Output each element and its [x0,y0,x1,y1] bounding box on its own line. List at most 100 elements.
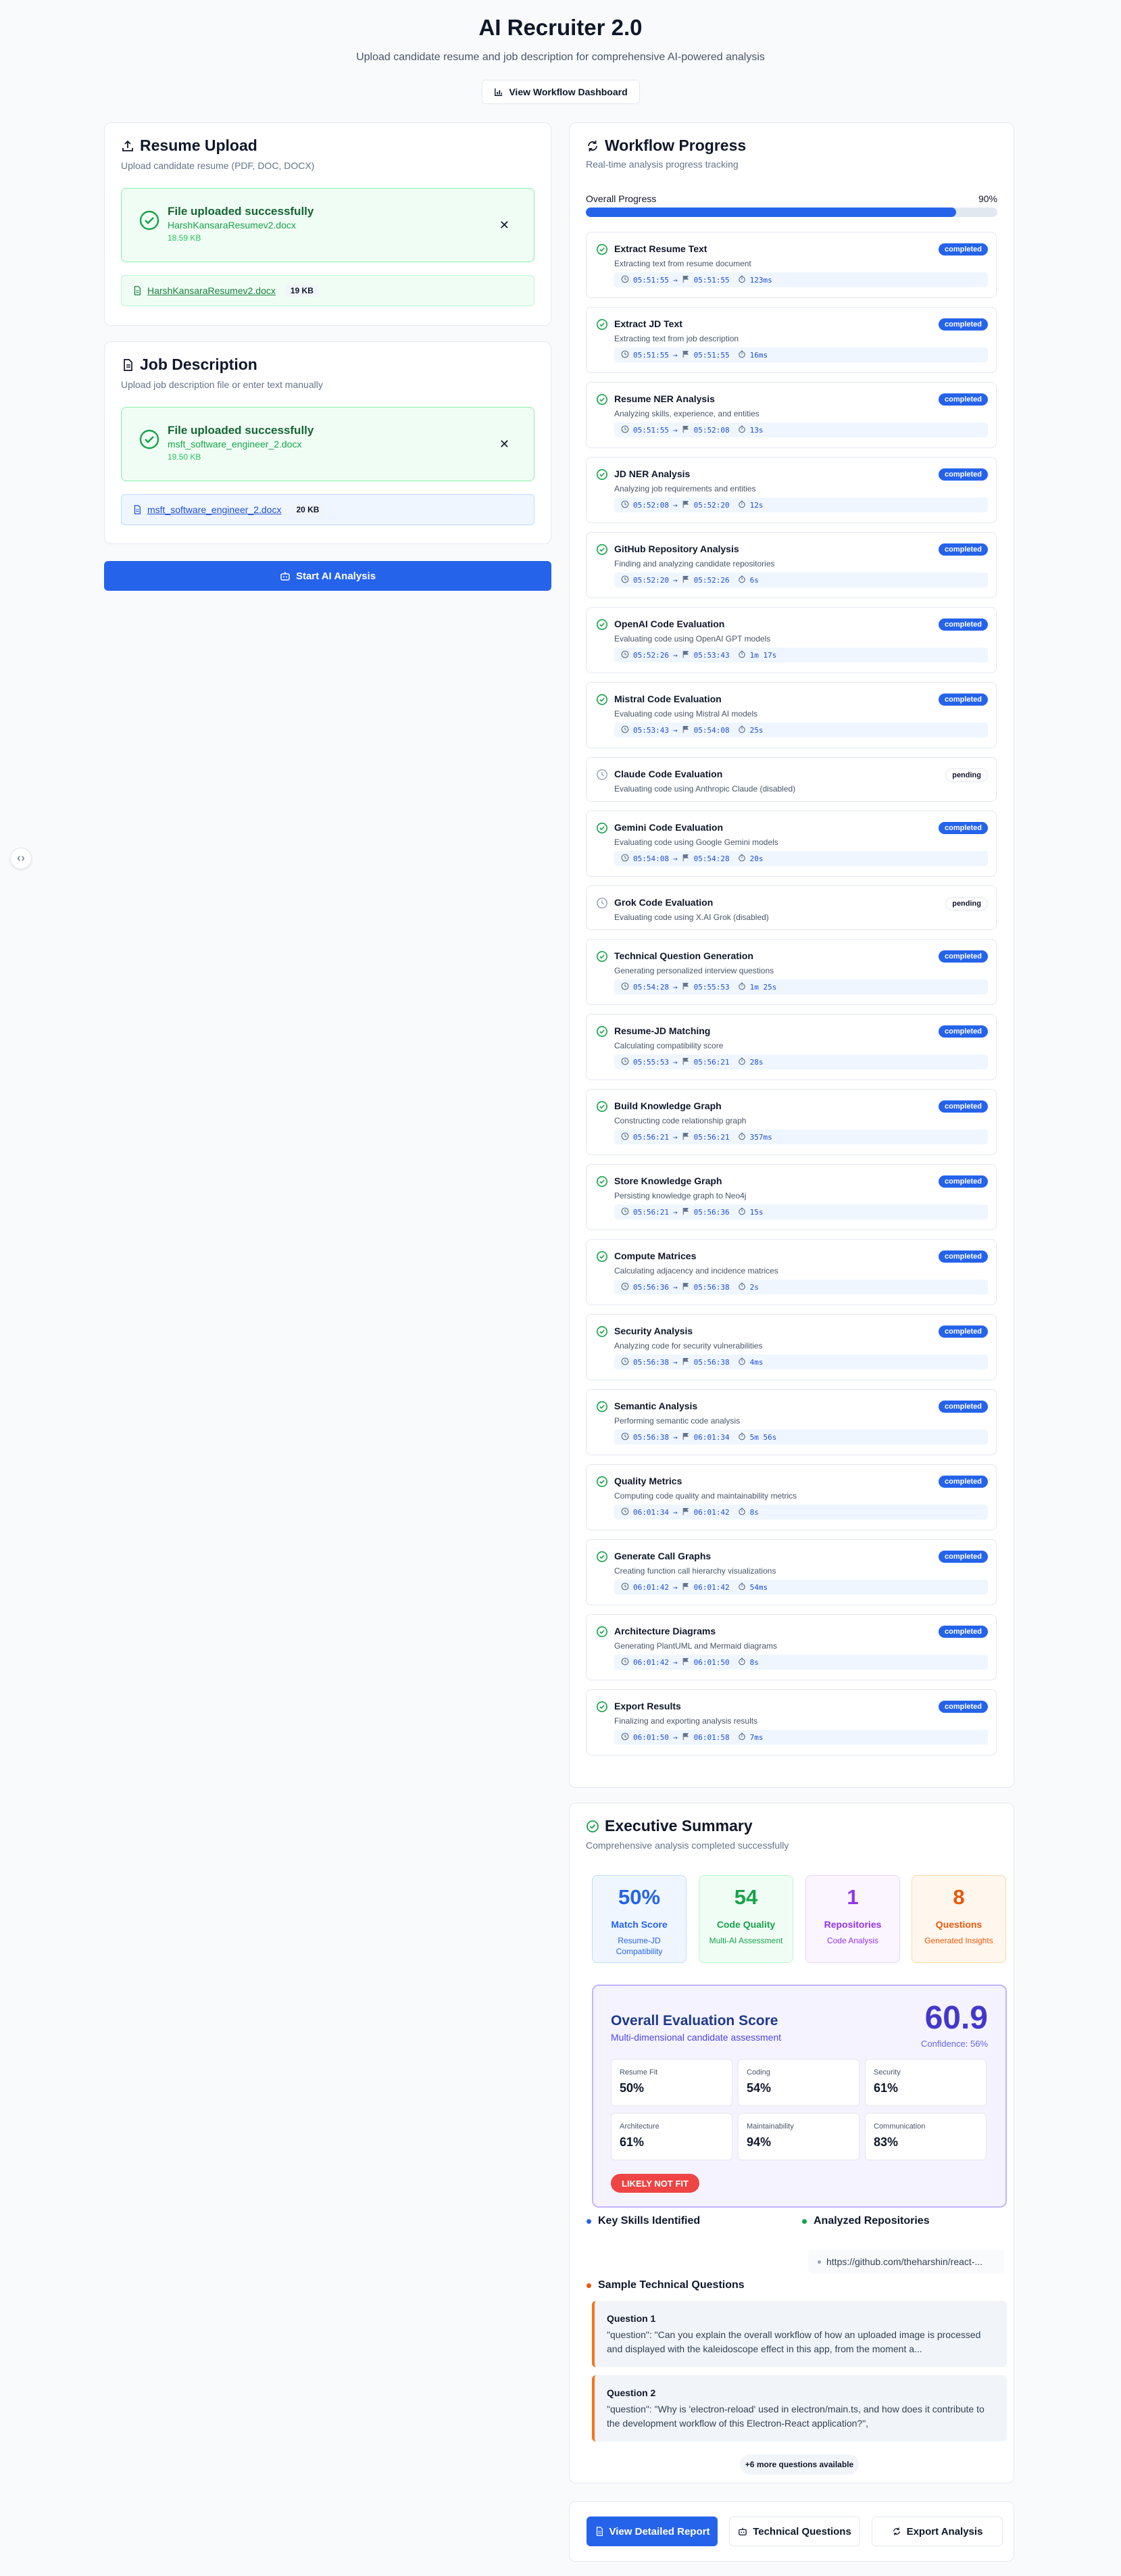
clock-icon [621,854,629,864]
workflow-step: Architecture Diagrams Generating PlantUML… [586,1614,997,1680]
step-name: Grok Code Evaluation [614,897,714,908]
step-name: GitHub Repository Analysis [614,543,739,554]
step-timing: 05:52:26 → 05:53:43 1m 17s [614,648,988,662]
flag-icon [682,982,690,992]
timer-icon [738,1432,746,1442]
step-timing: 05:54:28 → 05:55:53 1m 25s [614,979,988,994]
view-detailed-report-button[interactable]: View Detailed Report [587,2517,718,2546]
resume-file-link[interactable]: HarshKansaraResumev2.docx [147,285,276,296]
step-end-time: 06:01:58 [693,1732,730,1742]
jd-file-size-badge: 20 KB [291,504,325,516]
step-description: Computing code quality and maintainabili… [614,1491,797,1501]
overall-progress-fill [586,208,957,217]
resume-upload-title-text: Resume Upload [140,137,257,154]
check-circle-icon [596,1551,608,1566]
step-name: Semantic Analysis [614,1401,698,1411]
check-circle-icon [596,543,608,559]
remove-jd-button[interactable]: ✕ [499,437,509,452]
step-timing: 05:52:08 → 05:52:20 12s [614,497,988,512]
clock-icon [621,575,629,585]
step-name: Resume NER Analysis [614,393,715,404]
subscore-label: Resume Fit [620,2068,658,2076]
workflow-step: Gemini Code Evaluation Evaluating code us… [586,810,997,877]
step-description: Generating personalized interview questi… [614,966,774,975]
step-start-time: 05:55:53 [633,1057,669,1067]
flag-icon [682,650,690,660]
step-timing: 05:56:21 → 05:56:36 15s [614,1205,988,1219]
step-timing: 06:01:50 → 06:01:58 7ms [614,1730,988,1745]
subscore-card: Communication 83% [865,2113,987,2160]
step-description: Finding and analyzing candidate reposito… [614,559,775,568]
subscore-label: Coding [747,2068,770,2076]
remove-resume-button[interactable]: ✕ [499,218,509,233]
workflow-step: Extract Resume Text Extracting text from … [586,232,997,298]
flag-icon [682,1132,690,1142]
repository-url[interactable]: https://github.com/theharshin/react-... [826,2256,982,2267]
step-name: Technical Question Generation [614,950,753,961]
refresh-icon [893,2527,900,2535]
sidebar-toggle-button[interactable] [10,848,32,869]
clock-icon [621,1732,629,1743]
arrow: → [672,425,678,435]
arrow: → [672,575,678,585]
step-start-time: 05:52:26 [633,650,669,660]
metric-sublabel: Code Analysis [826,1936,879,1945]
subscore-label: Security [874,2068,901,2076]
timer-icon [738,1357,746,1367]
upload-icon [122,140,133,151]
questions-button-label: Technical Questions [753,2525,851,2537]
workflow-progress-card: Workflow Progress Real-time analysis pro… [569,122,1014,1788]
uploaded-file-name: HarshKansaraResumev2.docx [168,220,296,230]
job-description-title-text: Job Description [140,356,257,373]
step-description: Evaluating code using X.AI Grok (disable… [614,913,769,922]
subscore-card: Resume Fit 50% [611,2059,732,2106]
step-name: Mistral Code Evaluation [614,694,722,704]
flag-icon [682,1582,690,1593]
status-badge: completed [938,318,988,331]
resume-upload-subtitle: Upload candidate resume (PDF, DOC, DOCX) [121,160,315,171]
repository-link[interactable]: https://github.com/theharshin/react-... [808,2250,1004,2274]
step-name: Gemini Code Evaluation [614,822,724,833]
timer-icon [738,725,746,735]
step-start-time: 05:56:38 [633,1357,669,1367]
timer-icon [738,1657,746,1668]
step-start-time: 05:52:08 [633,500,669,510]
document-icon [124,358,132,371]
arrow: → [672,854,678,863]
step-timing: 05:52:20 → 05:52:26 6s [614,573,988,587]
resume-file-row[interactable]: HarshKansaraResumev2.docx 19 KB [121,275,534,306]
more-questions-button[interactable]: +6 more questions available [740,2454,859,2475]
workflow-title-text: Workflow Progress [605,137,747,154]
arrow: → [672,1357,678,1367]
start-ai-analysis-button[interactable]: Start AI Analysis [104,561,551,591]
jd-file-row[interactable]: msft_software_engineer_2.docx 20 KB [121,494,534,525]
view-workflow-dashboard-button[interactable]: View Workflow Dashboard [482,80,640,104]
check-circle-icon [596,618,608,634]
step-end-time: 05:56:21 [693,1057,730,1067]
step-timing: 06:01:34 → 06:01:42 8s [614,1505,988,1520]
clock-icon [621,650,629,660]
step-name: Export Results [614,1701,681,1711]
check-circle-icon [596,1326,608,1341]
step-end-time: 06:01:50 [693,1657,730,1667]
metric-card: 54 Code Quality Multi-AI Assessment [699,1875,793,1963]
resume-upload-card: Resume Upload Upload candidate resume (P… [104,122,551,326]
analyzed-repos-title: Analyzed Repositories [814,2215,930,2227]
clock-icon [621,1057,629,1067]
arrow: → [672,1732,678,1742]
clock-icon [621,1282,629,1292]
jd-file-link[interactable]: msft_software_engineer_2.docx [147,504,281,515]
start-button-label: Start AI Analysis [295,570,376,582]
export-analysis-button[interactable]: Export Analysis [872,2517,1003,2546]
question-title: Question 2 [607,2387,656,2398]
step-timing: 05:51:55 → 05:52:08 13s [614,422,988,437]
step-duration: 1m 17s [749,650,777,660]
workflow-step: Store Knowledge Graph Persisting knowledg… [586,1164,997,1230]
step-timing: 05:56:38 → 06:01:34 5m 56s [614,1430,988,1444]
step-timing: 05:56:38 → 05:56:38 4ms [614,1355,988,1369]
metric-sublabel: Generated Insights [924,1936,993,1945]
workflow-step: Technical Question Generation Generating … [586,939,997,1005]
step-start-time: 05:51:55 [633,275,669,285]
technical-questions-button[interactable]: Technical Questions [729,2517,860,2546]
arrow: → [672,650,678,660]
